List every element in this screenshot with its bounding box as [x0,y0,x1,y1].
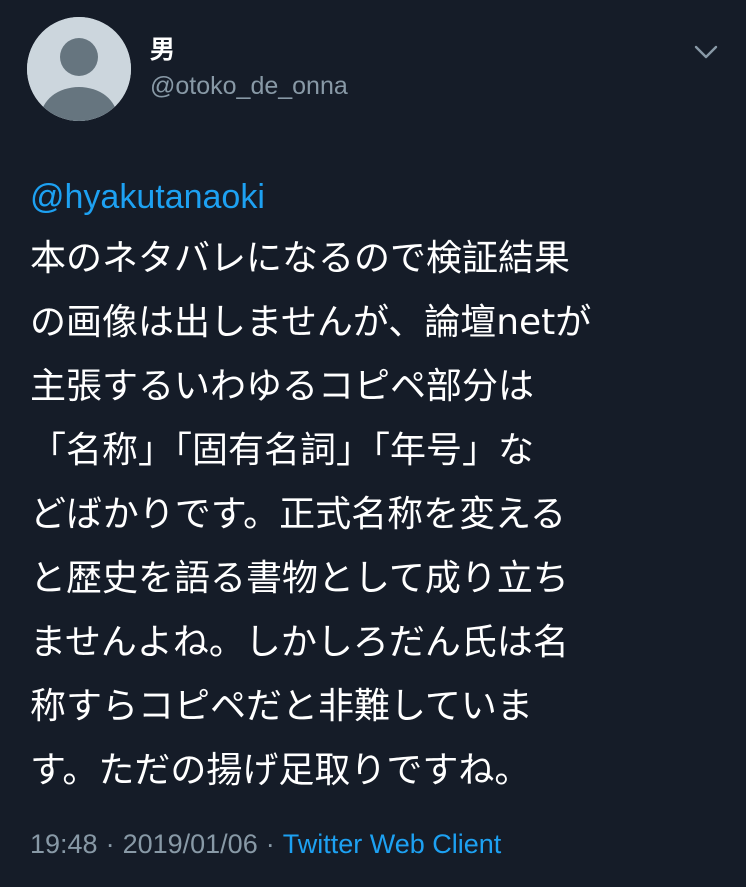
tweet-text-line: す。ただの揚げ足取りですね。 [30,750,531,791]
display-name[interactable]: 男 [150,34,175,66]
tweet-text-line: 称すらコピペだと非難していま [30,686,533,727]
tweet-card: 男 @otoko_de_onna @hyakutanaoki 本のネタバレになる… [0,0,746,887]
avatar[interactable] [27,17,131,121]
tweet-time[interactable]: 19:48 [30,829,98,859]
tweet-text-line: 本のネタバレになるので検証結果 [30,238,571,279]
tweet-text-line: の画像は出しませんが、論壇netが [30,302,592,343]
tweet-text-line: ませんよね。しかしろだん氏は名 [30,622,569,663]
default-avatar-icon [27,17,131,121]
tweet-meta: 19:48 · 2019/01/06 · Twitter Web Client [30,826,501,862]
chevron-down-icon [694,45,718,59]
username[interactable]: @otoko_de_onna [150,70,348,102]
meta-separator: · [265,829,275,859]
meta-separator: · [105,829,115,859]
tweet-date[interactable]: 2019/01/06 [123,829,258,859]
tweet-text-line: 「名称」「固有名詞」「年号」な [30,430,535,471]
mention-link[interactable]: @hyakutanaoki [30,172,265,222]
more-options-button[interactable] [690,36,722,68]
tweet-text: 本のネタバレになるので検証結果 の画像は出しませんが、論壇netが 主張するいわ… [30,227,720,803]
tweet-source-link[interactable]: Twitter Web Client [283,829,502,859]
tweet-text-line: 主張するいわゆるコピペ部分は [30,366,535,407]
tweet-text-line: と歴史を語る書物として成り立ち [30,558,569,599]
tweet-text-line: どばかりです。正式名称を変える [30,494,567,535]
